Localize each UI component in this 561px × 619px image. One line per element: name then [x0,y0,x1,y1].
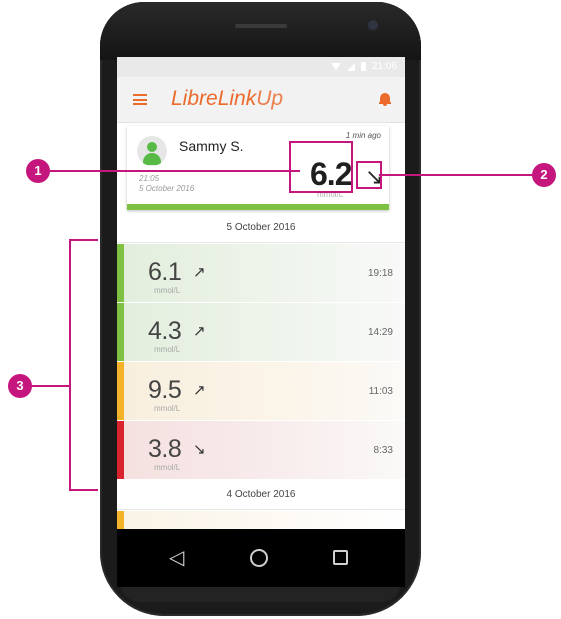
reading-unit: mmol/L [154,345,181,354]
reading-time: 14:29 [367,327,393,338]
current-time: 21:05 [139,174,160,183]
reading-row[interactable]: 4.3 ↗ mmol/L 14:29 [117,303,405,362]
app-title: LibreLink [171,87,257,110]
figure: 21:06 LibreLinkUp Sammy S. 1 min ago 21:… [0,0,561,619]
reading-unit: mmol/L [154,463,181,472]
callout-3: 3 [8,374,32,398]
reading-row-partial[interactable] [117,511,405,529]
home-icon[interactable] [250,549,268,567]
recents-icon[interactable] [333,550,348,565]
high-stripe [117,511,124,529]
in-range-indicator-bar [127,204,389,210]
reading-time: 19:18 [367,268,393,279]
battery-icon [360,62,366,71]
date-header: 5 October 2016 [117,213,405,243]
callout-1: 1 [26,159,50,183]
reading-unit: mmol/L [154,404,181,413]
in-range-stripe [117,244,124,302]
status-time: 21:06 [371,61,397,72]
last-update-ago: 1 min ago [345,131,381,140]
phone-screen: 21:06 LibreLinkUp Sammy S. 1 min ago 21:… [117,57,405,587]
status-bar: 21:06 [117,57,405,77]
low-stripe [117,421,124,479]
back-icon[interactable]: ◁ [169,545,184,570]
reading-time: 11:03 [368,386,393,397]
date-header: 4 October 2016 [117,480,405,510]
reading-row[interactable]: 3.8 ↘ mmol/L 8:33 [117,421,405,480]
reading-unit: mmol/L [154,286,181,295]
reading-row[interactable]: 6.1 ↗ mmol/L 19:18 [117,244,405,303]
wifi-icon [330,63,341,70]
trend-arrow-icon: ↗ [193,323,206,340]
reading-value: 4.3 [148,317,182,345]
reading-value: 6.1 [148,258,182,286]
app-bar: LibreLinkUp [117,77,405,123]
bell-icon[interactable] [379,92,391,106]
trend-arrow-icon: ↗ [193,264,206,281]
reading-time: 8:33 [373,445,393,456]
hamburger-icon[interactable] [133,94,147,105]
front-camera [368,20,378,30]
phone-top-bezel [100,2,421,60]
current-value-highlight [289,141,353,193]
patient-name: Sammy S. [179,138,244,154]
reading-value: 3.8 [148,435,182,463]
speaker-grille [235,24,287,28]
avatar [137,136,167,166]
in-range-stripe [117,303,124,361]
reading-row[interactable]: 9.5 ↗ mmol/L 11:03 [117,362,405,421]
trend-arrow-icon: ↘ [193,441,206,458]
app-logo: LibreLinkUp [171,87,283,111]
android-nav-bar: ◁ [117,529,405,587]
reading-value: 9.5 [148,376,182,404]
app-title-suffix: Up [256,87,284,110]
trend-arrow-icon: ↗ [193,382,206,399]
callout-2: 2 [532,163,556,187]
signal-icon [346,62,355,71]
high-stripe [117,362,124,420]
current-timestamp: 21:05 5 October 2016 [139,174,194,194]
trend-arrow-highlight [356,161,382,189]
current-date: 5 October 2016 [139,184,195,193]
